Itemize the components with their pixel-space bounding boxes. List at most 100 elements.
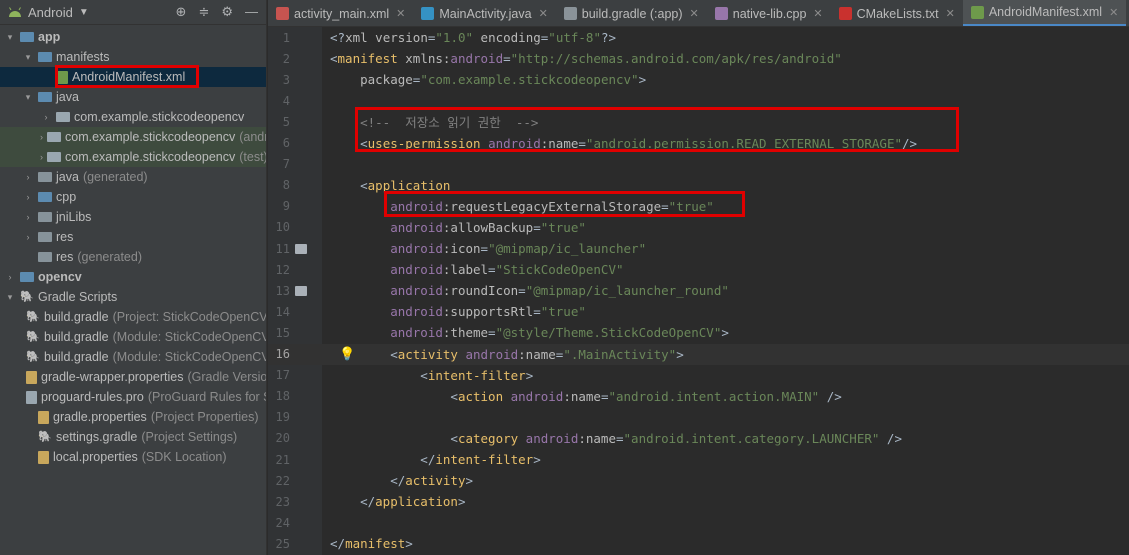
line-number: 11 — [275, 241, 290, 256]
code-line[interactable]: 3 package="com.example.stickcodeopencv"> — [268, 69, 1129, 90]
tree-item[interactable]: › com.example.stickcodeopencv(androidTest… — [0, 127, 266, 147]
code-line[interactable]: 17 <intent-filter> — [268, 365, 1129, 386]
tree-item[interactable]: gradle-wrapper.properties(Gradle Version… — [0, 367, 266, 387]
tree-item-label: gradle-wrapper.properties — [41, 370, 184, 384]
expanded-arrow-icon[interactable]: ▾ — [4, 292, 16, 303]
code-line[interactable]: 12 android:label="StickCodeOpenCV" — [268, 259, 1129, 280]
close-icon[interactable]: ✕ — [1109, 6, 1118, 19]
tree-item-note: (SDK Location) — [141, 450, 227, 464]
tree-item[interactable]: › java (generated) — [0, 167, 266, 187]
image-preview-icon[interactable] — [295, 243, 307, 254]
tree-item-note: (ProGuard Rules for StickCodeOpenCV.app) — [147, 390, 266, 404]
code-text: android:label="StickCodeOpenCV" — [330, 262, 623, 278]
code-line[interactable]: 20 <category android:name="android.inten… — [268, 428, 1129, 449]
locate-icon[interactable]: ⊕ — [176, 4, 187, 20]
expanded-arrow-icon[interactable]: ▾ — [4, 32, 16, 43]
code-token: "true" — [540, 304, 586, 320]
line-number: 1 — [282, 30, 290, 45]
file-type-icon — [563, 7, 577, 20]
code-token: </ — [330, 452, 436, 467]
tree-item[interactable]: gradle.properties (Project Properties) — [0, 407, 266, 427]
code-text: </application> — [330, 494, 465, 509]
close-icon[interactable]: ✕ — [946, 7, 955, 20]
code-line[interactable]: 25 </manifest> — [268, 533, 1129, 554]
code-line[interactable]: 21 </intent-filter> — [268, 449, 1129, 470]
collapsed-arrow-icon[interactable]: › — [22, 172, 34, 182]
collapsed-arrow-icon[interactable]: › — [40, 152, 43, 162]
collapsed-arrow-icon[interactable]: › — [22, 212, 34, 222]
tree-item[interactable]: › com.example.stickcodeopencv (test) — [0, 147, 266, 167]
code-line[interactable]: 1 <?xml version="1.0" encoding="utf-8"?> — [268, 27, 1129, 48]
code-token: = — [616, 430, 624, 446]
code-line[interactable]: 16 💡 <activity android:name=".MainActivit… — [268, 343, 1129, 365]
code-token: "android.intent.category.LAUNCHER" — [623, 430, 880, 446]
tab-activity-main-xml[interactable]: activity_main.xml ✕ — [268, 0, 413, 26]
props-file-icon — [38, 450, 49, 464]
code-line[interactable]: 14 android:supportsRtl="true" — [268, 301, 1129, 322]
code-token: category — [457, 430, 526, 446]
tab-native-lib-cpp[interactable]: native-lib.cpp ✕ — [707, 0, 831, 26]
tree-item[interactable]: proguard-rules.pro(ProGuard Rules for St… — [0, 387, 266, 407]
code-line[interactable]: 13 android:roundIcon="@mipmap/ic_launche… — [268, 280, 1129, 301]
tree-item[interactable]: 🐘 build.gradle(Module: StickCodeOpenCV.ap… — [0, 327, 266, 347]
tab-cmakelists-txt[interactable]: CMakeLists.txt ✕ — [831, 0, 963, 26]
tab-build-gradle-app[interactable]: build.gradle (:app) ✕ — [556, 0, 707, 26]
tree-item[interactable]: 🐘 build.gradle (Project: StickCodeOpenCV) — [0, 307, 266, 327]
collapse-all-icon[interactable]: ≑ — [198, 4, 209, 20]
hide-icon[interactable]: — — [245, 4, 258, 20]
tree-item[interactable]: ▾ java — [0, 87, 266, 107]
folder-icon — [20, 32, 34, 42]
code-token: "com.example.stickcodeopencv" — [420, 72, 639, 88]
code-token: "@mipmap/ic_launcher_round" — [525, 283, 729, 299]
tree-item[interactable]: ▾ app — [0, 27, 266, 47]
line-number: 10 — [275, 220, 290, 235]
tree-item[interactable]: local.properties (SDK Location) — [0, 447, 266, 467]
code-line[interactable]: 10 android:allowBackup="true" — [268, 217, 1129, 238]
code-line[interactable]: 2 <manifest xmlns:android="http://schemas… — [268, 48, 1129, 69]
code-line[interactable]: 15 android:theme="@style/Theme.StickCode… — [268, 322, 1129, 343]
folder-icon — [38, 252, 52, 262]
code-token: :label — [442, 262, 489, 278]
close-icon[interactable]: ✕ — [539, 7, 548, 20]
close-icon[interactable]: ✕ — [690, 7, 699, 20]
code-line[interactable]: 24 — [268, 512, 1129, 533]
chevron-down-icon[interactable]: ▼ — [79, 7, 89, 18]
tab-label: CMakeLists.txt — [856, 6, 939, 21]
tree-item[interactable]: › res — [0, 227, 266, 247]
line-number: 2 — [282, 51, 290, 66]
close-icon[interactable]: ✕ — [813, 7, 822, 20]
code-line[interactable]: 19 — [268, 407, 1129, 428]
tree-item[interactable]: › opencv — [0, 267, 266, 287]
expanded-arrow-icon[interactable]: ▾ — [22, 52, 34, 63]
tree-item[interactable]: ▾ manifests — [0, 47, 266, 67]
code-token: < — [330, 367, 428, 383]
tree-item[interactable]: res (generated) — [0, 247, 266, 267]
image-preview-icon[interactable] — [295, 285, 307, 296]
collapsed-arrow-icon[interactable]: › — [22, 232, 34, 242]
gradle-file-icon: 🐘 — [26, 331, 40, 343]
tree-item[interactable]: ▾ 🐘 Gradle Scripts — [0, 287, 266, 307]
close-icon[interactable]: ✕ — [396, 7, 405, 20]
code-line[interactable]: 22 </activity> — [268, 470, 1129, 491]
tree-item[interactable]: › com.example.stickcodeopencv — [0, 107, 266, 127]
collapsed-arrow-icon[interactable]: › — [40, 132, 43, 142]
collapsed-arrow-icon[interactable]: › — [40, 112, 52, 122]
code-token: < — [330, 51, 338, 67]
tree-item[interactable]: › jniLibs — [0, 207, 266, 227]
code-line[interactable]: 11 android:icon="@mipmap/ic_launcher" — [268, 238, 1129, 259]
tree-item[interactable]: 🐘 settings.gradle (Project Settings) — [0, 427, 266, 447]
tree-item[interactable]: 🐘 build.gradle(Module: StickCodeOpenCV.op… — [0, 347, 266, 367]
code-line[interactable]: 7 — [268, 154, 1129, 175]
collapsed-arrow-icon[interactable]: › — [4, 272, 16, 282]
txt-file-icon — [26, 390, 37, 404]
gear-icon[interactable]: ⚙ — [221, 4, 233, 20]
code-line[interactable]: 18 <action android:name="android.intent.… — [268, 386, 1129, 407]
tree-item-label: java — [56, 90, 79, 104]
code-line[interactable]: 23 </application> — [268, 491, 1129, 512]
tree-item[interactable]: › cpp — [0, 187, 266, 207]
expanded-arrow-icon[interactable]: ▾ — [22, 92, 34, 103]
view-selector[interactable]: Android — [28, 5, 73, 20]
collapsed-arrow-icon[interactable]: › — [22, 192, 34, 202]
tab-androidmanifest-xml[interactable]: AndroidManifest.xml ✕ — [962, 0, 1127, 26]
tab-mainactivity-java[interactable]: MainActivity.java ✕ — [413, 0, 555, 26]
